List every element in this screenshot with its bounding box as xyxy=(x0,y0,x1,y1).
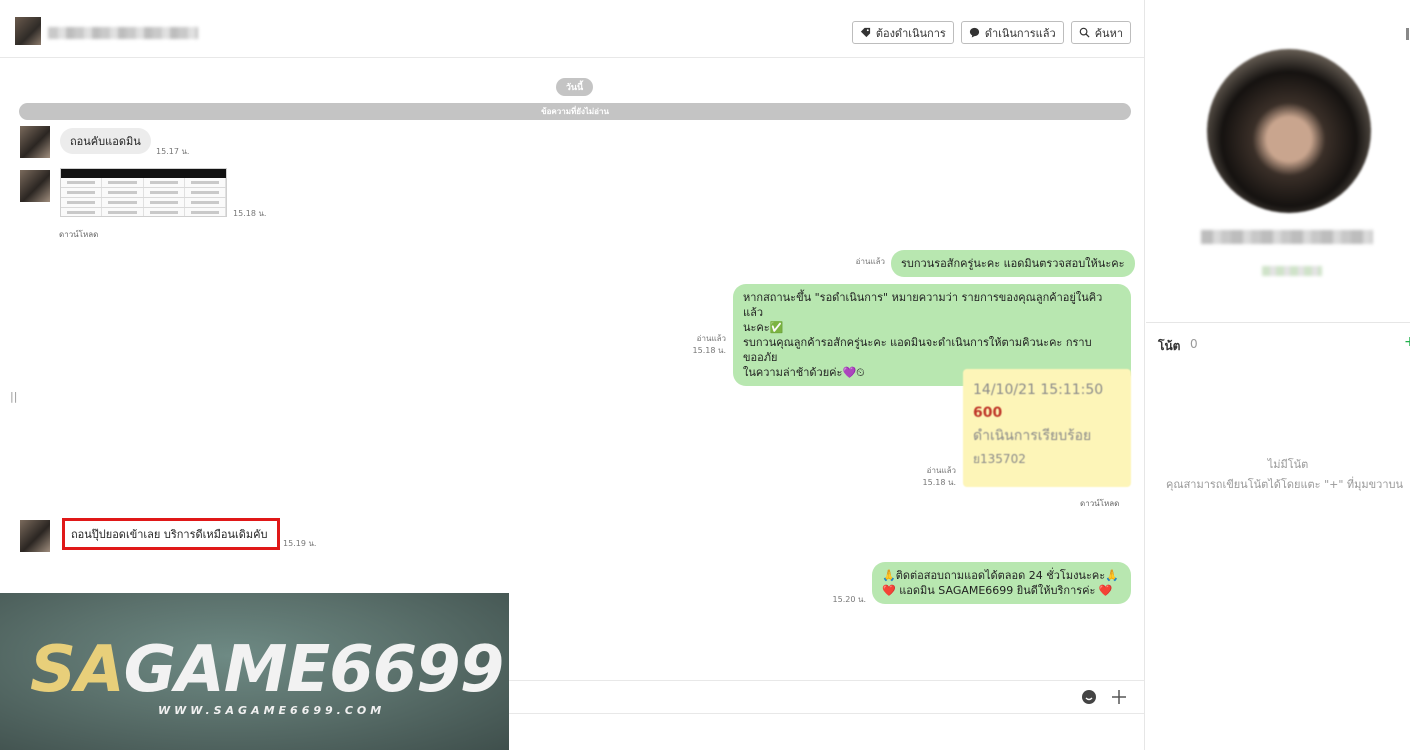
receipt-ref: ย135702 xyxy=(973,452,1026,466)
notes-count: 0 xyxy=(1190,337,1198,351)
profile-panel: โน้ต 0 + ไม่มีโน้ต คุณสามารถเขียนโน้ตได้… xyxy=(1146,0,1410,750)
date-separator: วันนี้ xyxy=(556,78,593,96)
notes-empty-text: ไม่มีโน้ต xyxy=(1267,458,1309,471)
tag-icon xyxy=(860,27,870,38)
mark-todo-label: ต้องดำเนินการ xyxy=(875,26,946,40)
receipt-status: ดำเนินการเรียบร้อย xyxy=(973,428,1092,444)
mark-done-button[interactable]: ดำเนินการแล้ว xyxy=(960,21,1064,44)
sender-avatar[interactable] xyxy=(20,170,50,202)
sagame-logo-banner: SAGAME6699 WWW.SAGAME6699.COM xyxy=(0,593,509,750)
panel-edge-mark xyxy=(1406,28,1409,40)
message-time: 15.19 น. xyxy=(283,539,317,548)
input-actions xyxy=(1081,689,1127,705)
notes-hint-text: คุณสามารถเขียนโน้ตได้โดยแตะ "+" ที่มุมขว… xyxy=(1166,478,1404,491)
sender-avatar[interactable] xyxy=(20,126,50,158)
read-receipt: อ่านแล้ว xyxy=(926,466,956,475)
incoming-message-highlighted[interactable]: ถอนปุ๊ปยอดเข้าเลย บริการดีเหมือนเดิมคับ xyxy=(62,518,280,550)
contact-avatar[interactable] xyxy=(15,17,41,45)
message-time: 15.20 น. xyxy=(832,595,866,604)
search-icon xyxy=(1079,27,1090,38)
outgoing-message[interactable]: รบกวนรอสักครู่นะคะ แอดมินตรวจสอบให้นะคะ xyxy=(891,250,1135,277)
download-link[interactable]: ดาวน์โหลด xyxy=(1080,497,1119,510)
download-link[interactable]: ดาวน์โหลด xyxy=(59,228,98,241)
message-line: นะคะ✅ xyxy=(743,321,784,334)
sagame-url: WWW.SAGAME6699.COM xyxy=(158,704,386,717)
unread-separator: ข้อความที่ยังไม่อ่าน xyxy=(19,103,1131,120)
receipt-datetime: 14/10/21 15:11:50 xyxy=(973,382,1104,398)
message-time: 15.18 น. xyxy=(922,478,956,487)
sticker-chat-icon[interactable] xyxy=(1081,689,1097,705)
header-actions: ต้องดำเนินการ ดำเนินการแล้ว ค้นหา xyxy=(851,21,1131,44)
profile-divider xyxy=(1146,322,1410,323)
receipt-amount: 600 xyxy=(973,405,1003,421)
message-time: 15.18 น. xyxy=(233,209,267,218)
search-button[interactable]: ค้นหา xyxy=(1070,21,1131,44)
sender-avatar[interactable] xyxy=(20,520,50,552)
profile-id-blurred xyxy=(1262,266,1322,276)
read-receipt: อ่านแล้ว xyxy=(696,334,726,343)
resize-handle[interactable]: || xyxy=(10,390,17,403)
outgoing-message-multiline[interactable]: 🙏ติดต่อสอบถามแอดได้ตลอด 24 ชั่วโมงนะคะ🙏 … xyxy=(872,562,1131,604)
contact-name-blurred xyxy=(48,27,198,39)
profile-name-blurred xyxy=(1201,230,1373,244)
sagame-logo: SAGAME6699 xyxy=(30,633,504,707)
chat-header: ต้องดำเนินการ ดำเนินการแล้ว ค้นหา xyxy=(0,0,1144,58)
search-label: ค้นหา xyxy=(1094,26,1123,40)
message-line: รบกวนคุณลูกค้ารอสักครู่นะคะ แอดมินจะดำเน… xyxy=(743,336,1092,364)
add-note-button[interactable]: + xyxy=(1404,334,1410,350)
profile-photo[interactable] xyxy=(1207,49,1371,213)
incoming-message[interactable]: ถอนคับแอดมิน xyxy=(60,128,151,154)
plus-icon[interactable] xyxy=(1111,689,1127,705)
mark-done-label: ดำเนินการแล้ว xyxy=(984,26,1056,40)
notes-title: โน้ต xyxy=(1158,339,1181,353)
message-time: 15.18 น. xyxy=(692,346,726,355)
message-line: ❤️ แอดมิน SAGAME6699 ยินดีให้บริการค่ะ ❤… xyxy=(882,584,1113,597)
incoming-image-table[interactable] xyxy=(60,168,227,217)
message-line: 🙏ติดต่อสอบถามแอดได้ตลอด 24 ชั่วโมงนะคะ🙏 xyxy=(882,569,1119,582)
message-line: หากสถานะขึ้น "รอดำเนินการ" หมายความว่า ร… xyxy=(743,291,1103,319)
read-receipt: อ่านแล้ว xyxy=(855,257,885,266)
outgoing-image-receipt[interactable]: 14/10/21 15:11:50 600 ดำเนินการเรียบร้อย… xyxy=(963,369,1131,487)
chat-panel: ต้องดำเนินการ ดำเนินการแล้ว ค้นหา วันนี้… xyxy=(0,0,1145,750)
message-time: 15.17 น. xyxy=(156,147,190,156)
mark-todo-button[interactable]: ต้องดำเนินการ xyxy=(851,21,954,44)
chat-check-icon xyxy=(969,27,979,38)
